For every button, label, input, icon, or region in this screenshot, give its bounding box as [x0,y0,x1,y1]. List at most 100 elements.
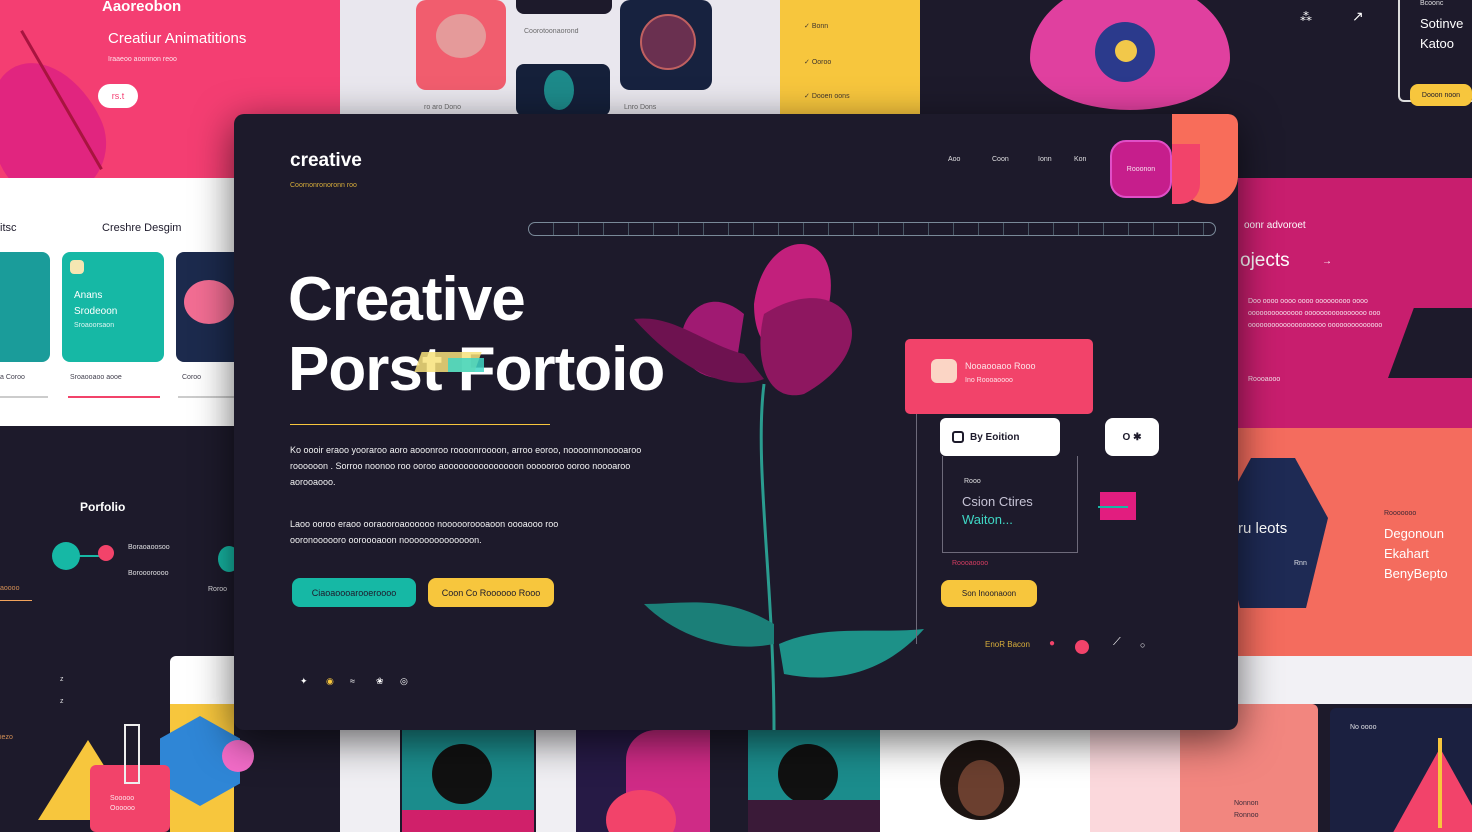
tile-kicker: Aaoreobon [102,0,182,15]
list-item: ✓ Dooen oons [804,93,850,100]
panel-button[interactable]: Son Inoonaoon [941,580,1037,607]
card-label: Srodeoon [74,306,118,317]
primary-cta-button[interactable]: Ciaoaoooarooeroooo [292,578,416,607]
pink-dot [98,545,114,561]
card-icon [931,359,957,383]
brand-tagline: Coornonronoronn roo [290,182,357,189]
bottom-tile [748,730,880,832]
card-sub: Sroaoorsaon [74,322,115,329]
hero-paragraph: Laoo ooroo eraoo ooraooroaoooooo nooooor… [290,519,559,545]
caption: iezo [0,734,13,741]
caption: Roooaooo [1248,376,1281,383]
card-label: Anans [74,290,103,301]
brand-logo[interactable]: creative [290,150,362,172]
edition-chip[interactable]: By Eoition [940,418,1060,456]
card-icon [70,260,84,274]
pin-icon[interactable]: ● [1049,638,1055,649]
caption: Sroaooaoo aooe [70,374,122,381]
caption: Lnro Dons [624,104,657,111]
footer-text: aoooo [0,585,20,592]
bottom-tile [576,730,710,832]
secondary-cta-button[interactable]: Coon Co Roooooo Rooo [428,578,554,607]
twitter-icon[interactable]: ✦ [300,676,308,687]
teal-card[interactable]: Anans Srodeoon Sroaoorsaon [62,252,164,362]
list-item: ✓ Ooroo [804,59,832,66]
tile-kicker: oonr advoroet [1244,220,1306,231]
pink-dot[interactable] [1075,640,1089,654]
tile-title-line: Katoo [1420,36,1454,51]
nav-item[interactable]: Ionn [1038,156,1052,163]
right-lower-tile: ru leots Rnn Rooooooo Degonoun Ekahart B… [1238,428,1472,656]
small-chip[interactable]: O ✱ [1105,418,1159,456]
tile-kicker: Bcoonc [1420,0,1444,7]
settings-icon[interactable]: ○ [1140,640,1145,650]
link-icon[interactable]: ↗ [1352,8,1364,25]
chart-icon[interactable]: ⟋ [1113,636,1121,649]
main-window: creative Coornonronoronn roo Aoo Coon Io… [234,114,1238,730]
left-middle-tile: itsc Creshre Desgim Anans Srodeoon Sroao… [0,178,234,426]
tile-title: ojects [1240,250,1290,271]
meta-text: EnoR Bacon [985,640,1030,649]
tile-line: Degonoun [1384,526,1444,541]
instagram-icon[interactable]: ◉ [326,676,334,687]
list-item: ✓ Bonn [804,23,829,30]
nav-cta-button[interactable]: Rooonon [1110,140,1172,198]
tile-body: Doo oooo oooo oooo ooooooooo oooo oooooo… [1248,298,1383,329]
image-card [0,252,50,362]
tile-title: Creatiur Animatitions [108,30,247,47]
pinterest-icon[interactable]: ◎ [400,676,408,687]
nav-item[interactable]: Aoo [948,156,960,163]
top-yellow-tile: ✓ Bonn ✓ Ooroo ✓ Dooen oons [780,0,920,115]
panel-kicker: Rooo [964,478,981,485]
flower-graphic [0,43,125,180]
tile-line: Ekahart [1384,546,1429,561]
hero-divider [290,424,550,425]
caption: Coroo [182,374,202,381]
pink-card[interactable]: Nooaooaoo Rooo Ino Roooaoooo [905,339,1093,414]
tile-title-line: Sotinve [1420,16,1464,31]
tile-button[interactable]: Dooon noon [1410,84,1472,106]
top-mid-tile: Coorotoonaorond ro aro Dono Lnro Dons [340,0,780,115]
bottom-tile [340,730,400,832]
panel-title-line: Csion Ctires [962,494,1033,509]
panel-outline [916,404,917,644]
tile-title: Porfolio [80,500,126,514]
tile-title: Creshre Desgim [102,222,182,234]
check-icon: ✓ [804,23,812,30]
translate-icon[interactable]: ⁂ [1300,10,1312,24]
caption: a Coroo [0,374,25,381]
side-mark: z [60,698,64,705]
hero-title-line: Creative [288,265,526,334]
hero-paragraph: Ko oooir eraoo yooraroo aoro aooonroo ro… [290,445,642,487]
list-item: Boroooroooo [128,570,169,577]
check-icon: ✓ [804,93,812,100]
bottom-tile [402,730,534,832]
bottom-tile [880,730,1090,832]
right-middle-tile: oonr advoroet ojects → Doo oooo oooo ooo… [1238,178,1472,428]
bottom-tile [1090,730,1180,832]
check-icon: ✓ [804,59,812,66]
tile-title: ru leots [1238,520,1288,537]
nav-item[interactable]: Coon [992,156,1009,163]
tile-button[interactable]: rs.t [98,84,138,108]
arrow-icon: → [1322,256,1332,267]
image-card [516,0,612,14]
nav-item[interactable]: Kon [1074,156,1086,163]
bottom-tile [536,730,576,832]
dribbble-icon[interactable]: ❀ [376,676,384,687]
side-mark: z [60,676,64,683]
panel-title-line: Waiton... [962,512,1013,527]
tile-kicker: Rooooooo [1384,510,1417,517]
footer-text: Roroo [208,586,228,593]
caption: ro aro Dono [424,104,461,111]
circle-icon [952,431,964,443]
list-item: Boraoaoosoo [128,544,170,551]
tile-left-fragment: itsc [0,222,17,234]
tile-subtitle: Iraaeoo aoonnon reoo [108,56,177,63]
geometric-shape [1390,748,1472,832]
caption: Coorotoonaorond [524,28,579,35]
behance-icon[interactable]: ≈ [350,676,355,686]
bottom-right-dark-tile: No oooo [1330,708,1472,832]
hero-accent [448,358,484,372]
panel-link[interactable]: Roooaoooo [952,560,988,567]
